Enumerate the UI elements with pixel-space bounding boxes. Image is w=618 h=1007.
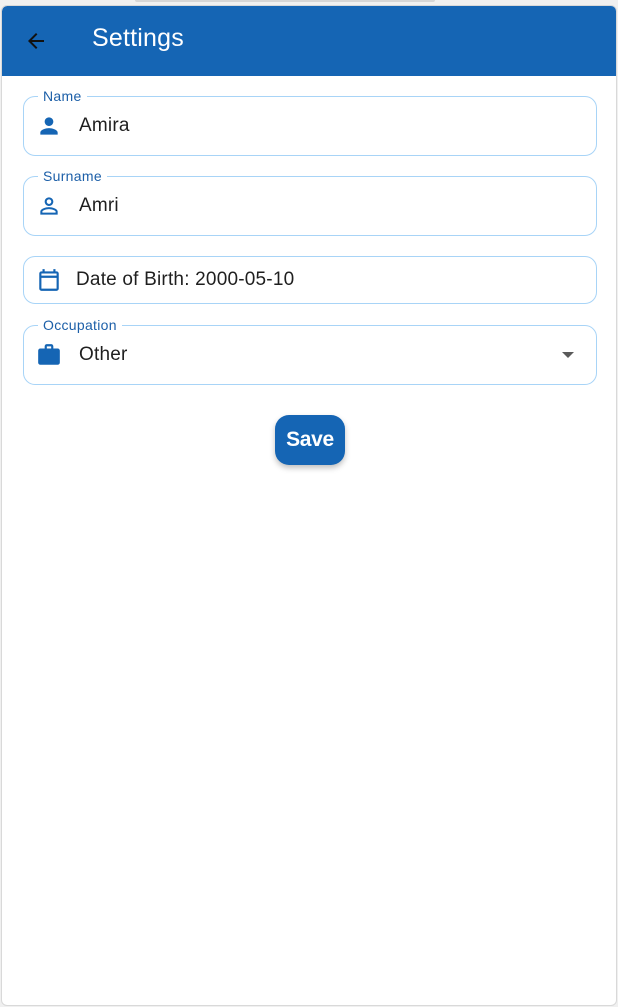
person-outline-icon	[36, 193, 62, 219]
app-bar: Settings	[2, 6, 616, 76]
surname-field-label: Surname	[38, 167, 107, 185]
page-title: Settings	[92, 24, 184, 52]
back-button[interactable]	[18, 23, 54, 59]
app-window: Settings Name Amira Surname Amri Date of…	[1, 5, 617, 1006]
chevron-down-icon[interactable]	[562, 352, 574, 358]
arrow-back-icon	[28, 33, 44, 49]
briefcase-icon	[36, 342, 62, 368]
occupation-field-label: Occupation	[38, 316, 122, 334]
date-of-birth-field[interactable]: Date of Birth: 2000-05-10	[23, 256, 597, 304]
save-button[interactable]: Save	[275, 415, 345, 465]
occupation-dropdown[interactable]: Occupation Other	[23, 316, 597, 385]
name-field[interactable]: Name Amira	[23, 87, 597, 156]
name-field-label: Name	[38, 87, 87, 105]
person-icon	[36, 113, 62, 139]
occupation-selected-value: Other	[79, 344, 128, 365]
surname-input[interactable]: Amri	[79, 195, 119, 217]
calendar-icon	[36, 267, 62, 293]
name-input[interactable]: Amira	[79, 115, 130, 137]
top-indicator	[135, 0, 435, 2]
date-of-birth-text: Date of Birth: 2000-05-10	[76, 269, 295, 290]
surname-field[interactable]: Surname Amri	[23, 167, 597, 236]
